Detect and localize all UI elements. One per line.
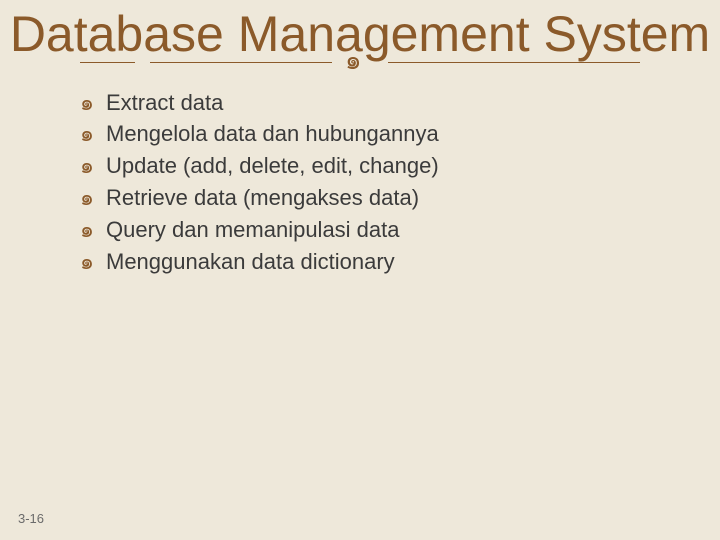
list-item-text: Menggunakan data dictionary [106, 249, 395, 274]
list-item: ๑Mengelola data dan hubungannya [80, 118, 720, 150]
list-item-text: Retrieve data (mengakses data) [106, 185, 419, 210]
page-number: 3-16 [18, 511, 44, 526]
list-item: ๑Update (add, delete, edit, change) [80, 150, 720, 182]
list-item-text: Mengelola data dan hubungannya [106, 121, 439, 146]
list-item-text: Extract data [106, 90, 223, 115]
bullet-icon: ๑ [80, 118, 106, 150]
flourish-icon: ๑ [345, 48, 362, 74]
list-item: ๑Extract data [80, 87, 720, 119]
list-item-text: Update (add, delete, edit, change) [106, 153, 439, 178]
bullet-icon: ๑ [80, 87, 106, 119]
list-item-text: Query dan memanipulasi data [106, 217, 400, 242]
bullet-icon: ๑ [80, 150, 106, 182]
list-item: ๑Query dan memanipulasi data [80, 214, 720, 246]
bullet-icon: ๑ [80, 246, 106, 278]
bullet-icon: ๑ [80, 182, 106, 214]
bullet-list: ๑Extract data ๑Mengelola data dan hubung… [80, 87, 720, 278]
list-item: ๑Menggunakan data dictionary [80, 246, 720, 278]
title-divider: ๑ [80, 51, 640, 73]
list-item: ๑Retrieve data (mengakses data) [80, 182, 720, 214]
bullet-icon: ๑ [80, 214, 106, 246]
